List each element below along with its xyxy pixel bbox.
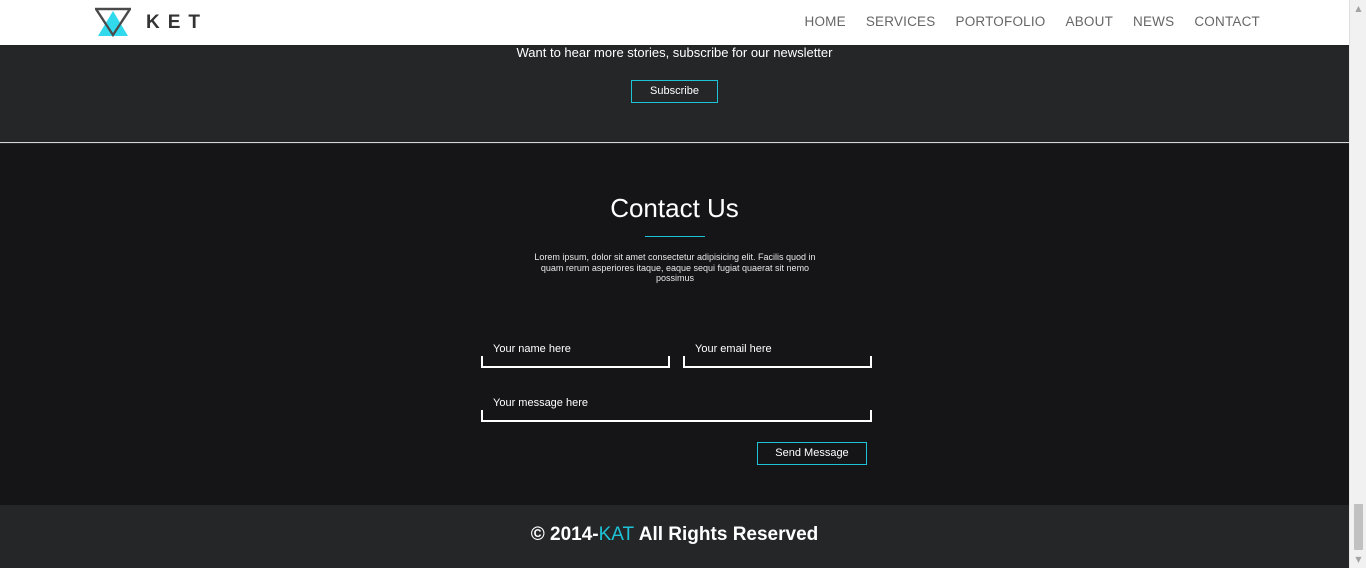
nav-news[interactable]: NEWS [1133, 14, 1174, 29]
scroll-up-arrow-icon[interactable]: ▲ [1350, 0, 1366, 17]
newsletter-text: Want to hear more stories, subscribe for… [516, 45, 833, 60]
scroll-thumb[interactable] [1354, 504, 1363, 550]
site-footer: © 2014-KAT All Rights Reserved [0, 505, 1349, 568]
nav-contact[interactable]: CONTACT [1194, 14, 1260, 29]
nav-home[interactable]: HOME [805, 14, 846, 29]
newsletter-section: Want to hear more stories, subscribe for… [0, 45, 1349, 143]
main-nav: HOME SERVICES PORTOFOLIO ABOUT NEWS CONT… [805, 14, 1260, 29]
nav-portofolio[interactable]: PORTOFOLIO [955, 14, 1045, 29]
message-input[interactable] [481, 410, 872, 422]
title-underline [645, 236, 705, 237]
subscribe-button[interactable]: Subscribe [631, 80, 718, 103]
name-field-placeholder: Your name here [493, 343, 571, 355]
nav-about[interactable]: ABOUT [1066, 14, 1114, 29]
copyright-prefix: © 2014- [530, 524, 599, 545]
page: KET HOME SERVICES PORTOFOLIO ABOUT NEWS … [0, 0, 1366, 568]
name-input[interactable] [481, 356, 670, 368]
copyright-brand: KAT [598, 524, 635, 545]
vertical-scrollbar[interactable]: ▲ ▼ [1349, 0, 1366, 568]
send-message-button[interactable]: Send Message [757, 442, 867, 465]
ket-triangle-logo-icon[interactable] [95, 7, 131, 37]
site-header: KET HOME SERVICES PORTOFOLIO ABOUT NEWS … [0, 0, 1349, 45]
contact-section: Contact Us Lorem ipsum, dolor sit amet c… [0, 144, 1349, 505]
contact-title: Contact Us [610, 193, 739, 223]
contact-description: Lorem ipsum, dolor sit amet consectetur … [534, 252, 816, 283]
copyright-text: © 2014-KAT All Rights Reserved [0, 524, 1349, 546]
nav-services[interactable]: SERVICES [866, 14, 936, 29]
copyright-suffix: All Rights Reserved [634, 524, 819, 545]
email-input[interactable] [683, 356, 872, 368]
scroll-down-arrow-icon[interactable]: ▼ [1350, 551, 1366, 568]
brand-name[interactable]: KET [146, 12, 208, 34]
email-field-placeholder: Your email here [695, 343, 772, 355]
message-field-placeholder: Your message here [493, 397, 588, 409]
